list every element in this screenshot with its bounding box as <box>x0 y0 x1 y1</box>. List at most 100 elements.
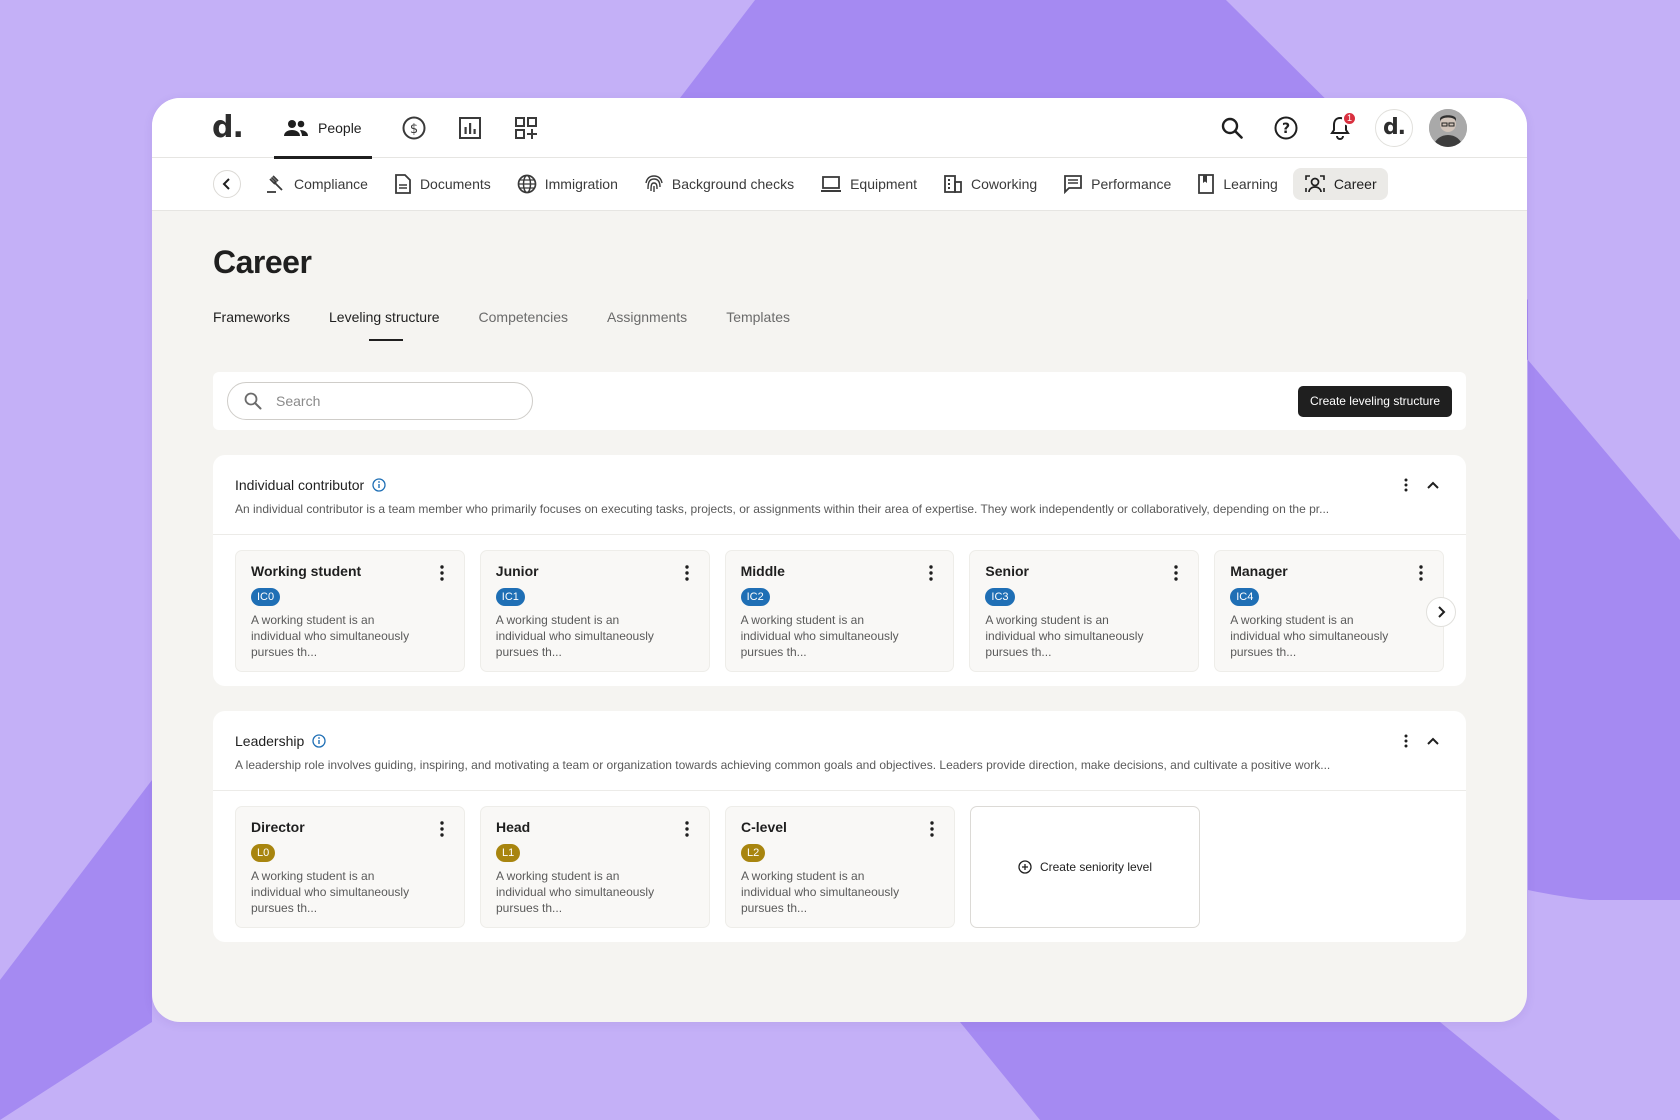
level-cards: Director L0 A working student is an indi… <box>213 791 1466 942</box>
search-icon <box>244 392 262 410</box>
level-card[interactable]: Senior IC3 A working student is an indiv… <box>969 550 1200 672</box>
more-vertical-icon[interactable] <box>440 565 444 581</box>
info-icon[interactable] <box>372 478 386 492</box>
nav-performance-label: Performance <box>1091 176 1172 192</box>
search-input[interactable]: Search <box>227 382 533 420</box>
more-vertical-icon[interactable] <box>685 821 689 837</box>
level-description: A working student is an individual who s… <box>985 613 1144 659</box>
nav-immigration[interactable]: Immigration <box>506 168 629 200</box>
chevron-up-icon[interactable] <box>1426 480 1440 490</box>
nav-learning[interactable]: Learning <box>1186 168 1289 200</box>
apps-add-icon <box>514 116 537 139</box>
avatar[interactable] <box>1429 108 1467 147</box>
level-code-badge: L1 <box>496 844 521 862</box>
people-tab[interactable]: People <box>274 98 372 159</box>
chevron-up-icon[interactable] <box>1426 736 1440 746</box>
level-code-badge: IC3 <box>985 588 1015 606</box>
people-tab-label: People <box>318 119 362 136</box>
level-card[interactable]: Junior IC1 A working student is an indiv… <box>479 550 710 672</box>
more-vertical-icon[interactable] <box>930 821 934 837</box>
nav-documents-label: Documents <box>419 176 491 192</box>
more-vertical-icon[interactable] <box>1404 478 1408 492</box>
nav-immigration-label: Immigration <box>544 176 618 192</box>
level-card[interactable]: Director L0 A working student is an indi… <box>235 806 465 928</box>
level-code-badge: L2 <box>741 844 766 862</box>
user-photo <box>1429 108 1467 147</box>
dollar-circle-icon: $ <box>402 116 426 139</box>
level-description: A working student is an individual who s… <box>741 869 900 915</box>
level-code-badge: IC2 <box>740 588 770 606</box>
tab-leveling-structure[interactable]: Leveling structure <box>329 308 440 341</box>
people-icon <box>284 119 308 136</box>
nav-career[interactable]: Career <box>1292 168 1388 200</box>
create-leveling-structure-button[interactable]: Create leveling structure <box>1297 385 1452 417</box>
create-seniority-level-button[interactable]: Create seniority level <box>970 806 1200 928</box>
app-logo[interactable]: d. <box>212 110 274 145</box>
level-card[interactable]: Manager IC4 A working student is an indi… <box>1214 550 1444 672</box>
nav-equipment-label: Equipment <box>850 176 918 192</box>
level-title: C-level <box>741 819 787 835</box>
level-title: Junior <box>495 563 539 579</box>
help-button[interactable]: ? <box>1267 109 1305 147</box>
svg-text:?: ? <box>1282 121 1290 137</box>
fingerprint-icon <box>645 175 663 192</box>
tab-competencies[interactable]: Competencies <box>479 308 569 341</box>
page-title: Career <box>213 244 312 280</box>
gavel-icon <box>267 175 283 193</box>
tab-assignments[interactable]: Assignments <box>607 308 687 341</box>
chevron-right-icon <box>1438 606 1446 618</box>
tab-frameworks[interactable]: Frameworks <box>213 308 290 341</box>
nav-performance[interactable]: Performance <box>1052 168 1182 200</box>
level-code-badge: IC1 <box>495 588 525 606</box>
more-vertical-icon[interactable] <box>684 565 689 581</box>
nav-coworking[interactable]: Coworking <box>932 168 1048 200</box>
career-icon <box>1305 175 1325 193</box>
payments-tab[interactable]: $ <box>392 106 436 150</box>
search-icon <box>1221 117 1243 139</box>
nav-coworking-label: Coworking <box>971 176 1038 192</box>
level-description: A working student is an individual who s… <box>251 869 410 915</box>
more-vertical-icon[interactable] <box>440 821 444 837</box>
level-title: Middle <box>740 563 785 579</box>
info-icon[interactable] <box>312 734 326 748</box>
section-title: Individual contributor <box>235 477 365 493</box>
level-card[interactable]: Middle IC2 A working student is an indiv… <box>724 550 955 672</box>
reports-tab[interactable] <box>448 106 492 150</box>
more-vertical-icon[interactable] <box>1419 565 1423 581</box>
building-icon <box>944 175 962 193</box>
tab-templates[interactable]: Templates <box>726 308 790 341</box>
create-seniority-level-label: Create seniority level <box>1039 860 1153 874</box>
level-title: Working student <box>251 563 362 579</box>
nav-compliance[interactable]: Compliance <box>255 168 379 200</box>
nav-documents[interactable]: Documents <box>383 168 502 200</box>
scroll-next-button[interactable] <box>1426 597 1456 627</box>
level-code-badge: L0 <box>251 844 276 862</box>
section-header: Individual contributor An individual con… <box>213 455 1466 535</box>
level-card[interactable]: C-level L2 A working student is an indiv… <box>725 806 955 928</box>
section-individual-contributor: Individual contributor An individual con… <box>213 455 1466 686</box>
level-title: Manager <box>1230 563 1288 579</box>
search-button[interactable] <box>1213 109 1251 147</box>
nav-equipment[interactable]: Equipment <box>809 168 928 200</box>
career-tabs: Frameworks Leveling structure Competenci… <box>213 308 1466 348</box>
nav-background-checks[interactable]: Background checks <box>633 168 805 200</box>
toolbar: Search Create leveling structure <box>213 372 1466 430</box>
bookmark-icon <box>1198 174 1215 194</box>
level-card[interactable]: Working student IC0 A working student is… <box>235 550 465 672</box>
back-button[interactable] <box>213 170 241 198</box>
plus-circle-icon <box>1018 860 1032 874</box>
notifications-button[interactable]: 1 <box>1321 109 1359 147</box>
globe-icon <box>517 174 537 194</box>
help-icon: ? <box>1274 116 1298 139</box>
level-card[interactable]: Head L1 A working student is an individu… <box>480 806 710 928</box>
notification-badge: 1 <box>1342 110 1357 126</box>
nav-learning-label: Learning <box>1223 176 1278 192</box>
company-switcher[interactable]: d. <box>1375 108 1413 147</box>
level-description: A working student is an individual who s… <box>740 613 899 659</box>
more-vertical-icon[interactable] <box>929 565 934 581</box>
more-vertical-icon[interactable] <box>1174 565 1178 581</box>
chevron-left-icon <box>222 178 230 190</box>
more-vertical-icon[interactable] <box>1404 734 1408 748</box>
apps-tab[interactable] <box>504 106 548 150</box>
search-placeholder: Search <box>276 393 321 409</box>
